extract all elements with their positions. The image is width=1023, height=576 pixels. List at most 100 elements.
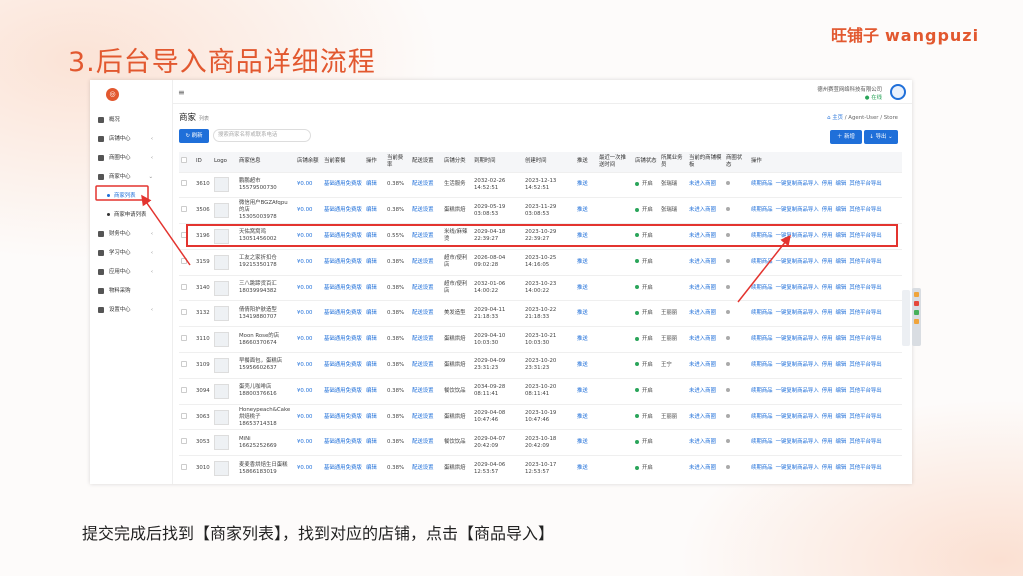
product-import-link[interactable]: 一键复制商品导入: [776, 207, 819, 213]
edit-link[interactable]: 编辑: [366, 465, 377, 471]
search-input[interactable]: 搜索商家名称或联系电话: [213, 129, 311, 142]
export-link[interactable]: 其他平台导出: [849, 310, 881, 316]
push-link[interactable]: 推送: [577, 439, 588, 445]
delivery-link[interactable]: 配送设置: [412, 233, 434, 239]
template-link[interactable]: 未进入商圈: [689, 465, 716, 471]
edit-store-link[interactable]: 编辑: [836, 388, 847, 394]
edit-store-link[interactable]: 编辑: [836, 207, 847, 213]
export-link[interactable]: 其他平台导出: [849, 465, 881, 471]
export-link[interactable]: 其他平台导出: [849, 388, 881, 394]
row-checkbox[interactable]: [181, 412, 187, 419]
delivery-link[interactable]: 配送设置: [412, 259, 434, 265]
product-import-link[interactable]: 一键复制商品导入: [776, 285, 819, 291]
template-link[interactable]: 未进入商圈: [689, 414, 716, 420]
push-link[interactable]: 推送: [577, 310, 588, 316]
select-all-checkbox[interactable]: [181, 157, 187, 164]
renew-link[interactable]: 续期商品: [751, 465, 773, 471]
edit-link[interactable]: 编辑: [366, 414, 377, 420]
plan-link[interactable]: 基础通用免费版: [324, 388, 362, 394]
plan-link[interactable]: 基础通用免费版: [324, 207, 362, 213]
renew-link[interactable]: 续期商品: [751, 414, 773, 420]
template-link[interactable]: 未进入商圈: [689, 388, 716, 394]
disable-link[interactable]: 停用: [822, 233, 833, 239]
export-link[interactable]: 其他平台导出: [849, 233, 881, 239]
side-handle[interactable]: [902, 290, 910, 346]
delivery-link[interactable]: 配送设置: [412, 285, 434, 291]
template-link[interactable]: 未进入商圈: [689, 207, 716, 213]
edit-store-link[interactable]: 编辑: [836, 362, 847, 368]
template-link[interactable]: 未进入商圈: [689, 285, 716, 291]
add-button[interactable]: ＋ 新增: [830, 130, 862, 144]
edit-store-link[interactable]: 编辑: [836, 233, 847, 239]
disable-link[interactable]: 停用: [822, 285, 833, 291]
edit-link[interactable]: 编辑: [366, 439, 377, 445]
sidebar-item-9[interactable]: 物料采购: [90, 282, 173, 301]
row-checkbox[interactable]: [181, 386, 187, 393]
plan-link[interactable]: 基础通用免费版: [324, 362, 362, 368]
refresh-button[interactable]: ↻ 刷新: [179, 129, 209, 143]
export-link[interactable]: 其他平台导出: [849, 362, 881, 368]
sidebar-item-6[interactable]: 财务中心 ‹: [90, 225, 173, 244]
row-checkbox[interactable]: [181, 180, 187, 187]
product-import-link[interactable]: 一键复制商品导入: [776, 414, 819, 420]
push-link[interactable]: 推送: [577, 285, 588, 291]
edit-store-link[interactable]: 编辑: [836, 310, 847, 316]
row-checkbox[interactable]: [181, 464, 187, 471]
sidebar-item-8[interactable]: 应用中心 ‹: [90, 263, 173, 282]
row-checkbox[interactable]: [181, 438, 187, 445]
push-link[interactable]: 推送: [577, 207, 588, 213]
app-logo-icon[interactable]: ◎: [106, 88, 119, 101]
disable-link[interactable]: 停用: [822, 362, 833, 368]
renew-link[interactable]: 续期商品: [751, 310, 773, 316]
product-import-link[interactable]: 一键复制商品导入: [776, 233, 819, 239]
delivery-link[interactable]: 配送设置: [412, 207, 434, 213]
renew-link[interactable]: 续期商品: [751, 285, 773, 291]
disable-link[interactable]: 停用: [822, 259, 833, 265]
product-import-link[interactable]: 一键复制商品导入: [776, 439, 819, 445]
disable-link[interactable]: 停用: [822, 310, 833, 316]
push-link[interactable]: 推送: [577, 362, 588, 368]
template-link[interactable]: 未进入商圈: [689, 233, 716, 239]
row-checkbox[interactable]: [181, 231, 187, 238]
template-link[interactable]: 未进入商圈: [689, 336, 716, 342]
delivery-link[interactable]: 配送设置: [412, 388, 434, 394]
product-import-link[interactable]: 一键复制商品导入: [776, 181, 819, 187]
renew-link[interactable]: 续期商品: [751, 207, 773, 213]
edit-link[interactable]: 编辑: [366, 310, 377, 316]
push-link[interactable]: 推送: [577, 259, 588, 265]
row-checkbox[interactable]: [181, 257, 187, 264]
edit-store-link[interactable]: 编辑: [836, 181, 847, 187]
delivery-link[interactable]: 配送设置: [412, 362, 434, 368]
edit-store-link[interactable]: 编辑: [836, 336, 847, 342]
avatar[interactable]: [890, 84, 906, 100]
product-import-link[interactable]: 一键复制商品导入: [776, 310, 819, 316]
renew-link[interactable]: 续期商品: [751, 439, 773, 445]
product-import-link[interactable]: 一键复制商品导入: [776, 362, 819, 368]
delivery-link[interactable]: 配送设置: [412, 439, 434, 445]
push-link[interactable]: 推送: [577, 414, 588, 420]
product-import-link[interactable]: 一键复制商品导入: [776, 259, 819, 265]
disable-link[interactable]: 停用: [822, 207, 833, 213]
renew-link[interactable]: 续期商品: [751, 362, 773, 368]
sidebar-item-0[interactable]: 概况: [90, 111, 173, 130]
disable-link[interactable]: 停用: [822, 388, 833, 394]
disable-link[interactable]: 停用: [822, 336, 833, 342]
edit-link[interactable]: 编辑: [366, 336, 377, 342]
plan-link[interactable]: 基础通用免费版: [324, 310, 362, 316]
row-checkbox[interactable]: [181, 206, 187, 213]
sidebar-item-1[interactable]: 店铺中心 ‹: [90, 130, 173, 149]
delivery-link[interactable]: 配送设置: [412, 310, 434, 316]
disable-link[interactable]: 停用: [822, 414, 833, 420]
breadcrumb-home[interactable]: ⌂ 主页: [827, 115, 843, 121]
export-link[interactable]: 其他平台导出: [849, 181, 881, 187]
plan-link[interactable]: 基础通用免费版: [324, 259, 362, 265]
disable-link[interactable]: 停用: [822, 181, 833, 187]
sidebar-item-4[interactable]: 商家列表: [90, 187, 173, 206]
account-info[interactable]: 德州赛荳网络科技有限公司 ● 在线: [817, 85, 882, 101]
export-link[interactable]: 其他平台导出: [849, 439, 881, 445]
product-import-link[interactable]: 一键复制商品导入: [776, 465, 819, 471]
export-button[interactable]: ↓ 导出 ⌄: [864, 130, 898, 144]
sidebar-item-5[interactable]: 商家申请列表: [90, 206, 173, 225]
sidebar-item-10[interactable]: 设置中心 ‹: [90, 301, 173, 320]
edit-store-link[interactable]: 编辑: [836, 259, 847, 265]
